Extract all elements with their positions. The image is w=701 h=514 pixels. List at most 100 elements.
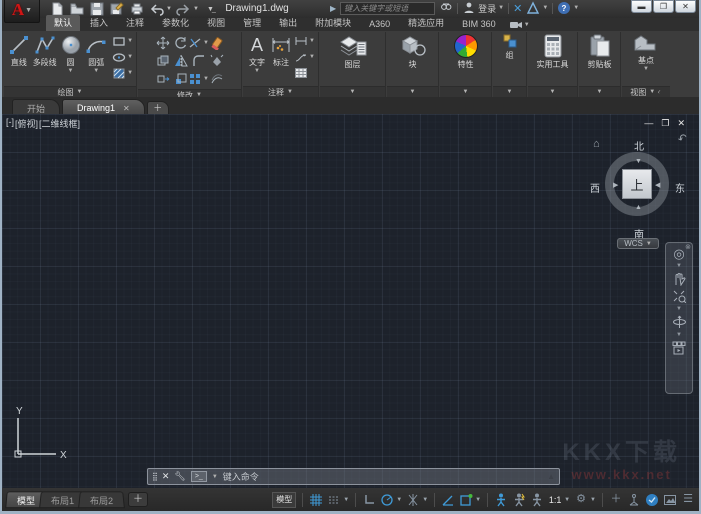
cube-arrow-right-icon[interactable]: ◀: [655, 181, 660, 189]
polyline-button[interactable]: 多段线: [33, 34, 57, 68]
ribbon-tab-insert[interactable]: 插入: [82, 15, 116, 31]
rectangle-button[interactable]: ▼: [112, 34, 133, 48]
panel-footer-utilities[interactable]: ▼: [528, 86, 577, 97]
doc-close-button[interactable]: ✕: [677, 118, 685, 129]
ellipse-button[interactable]: ▼: [112, 50, 133, 64]
wcs-menu-button[interactable]: WCS ▼: [617, 238, 659, 249]
viewcube[interactable]: ⌂ ↶ 北 南 西 东 ▼ ▲ ▶ ◀ 上 WCS ▼: [591, 132, 687, 250]
showmotion-button[interactable]: [672, 341, 686, 355]
object-snap-tracking-toggle[interactable]: [441, 492, 455, 508]
compass-north[interactable]: 北: [634, 138, 644, 153]
model-space-toggle[interactable]: 模型: [272, 492, 296, 508]
ribbon-tab-addins[interactable]: 附加模块: [307, 15, 359, 31]
performance-recorder-button[interactable]: ▼: [510, 21, 530, 31]
viewcube-top-face[interactable]: 上: [622, 169, 652, 199]
command-line[interactable]: ⣿ ✕ 🔧︎ >_ ▼ 键入命令 ▲: [147, 468, 560, 485]
viewport-visual-style-button[interactable]: [二维线框]: [39, 117, 80, 130]
panel-footer-annotate[interactable]: 注释 ▼: [243, 86, 318, 97]
copy-button[interactable]: [156, 54, 170, 68]
minimize-button[interactable]: ▬: [631, 0, 652, 13]
paste-button[interactable]: 剪贴板: [582, 34, 617, 70]
arc-button[interactable]: 圆弧 ▼: [84, 34, 108, 74]
panel-expander-icon[interactable]: ⌐: [657, 89, 664, 96]
cube-arrow-up-icon[interactable]: ▼: [635, 158, 642, 165]
a360-button[interactable]: ▼: [526, 1, 548, 15]
infocenter-collapse-icon[interactable]: ▶: [330, 4, 336, 13]
hatch-button[interactable]: ▼: [112, 66, 133, 80]
ribbon-tab-output[interactable]: 输出: [271, 15, 305, 31]
panel-footer-properties[interactable]: ▼: [440, 86, 491, 97]
dimension-style-button[interactable]: ▼: [294, 34, 315, 48]
panel-footer-clipboard[interactable]: ▼: [579, 86, 620, 97]
group-button[interactable]: [503, 34, 517, 48]
file-tab-start[interactable]: 开始: [12, 99, 60, 114]
doc-minimize-button[interactable]: —: [644, 118, 653, 129]
zoom-extents-button[interactable]: [672, 289, 686, 303]
chevron-down-icon[interactable]: ▼: [590, 497, 596, 503]
sign-in-button[interactable]: 登录 ▼: [462, 1, 504, 15]
leader-button[interactable]: ▼: [294, 50, 315, 64]
command-recent-icon[interactable]: >_: [191, 471, 207, 482]
snap-toggle[interactable]: [327, 492, 341, 508]
panel-footer-group[interactable]: ▼: [493, 86, 526, 97]
ucs-icon[interactable]: Y X: [8, 406, 72, 460]
pan-button[interactable]: [672, 272, 686, 286]
base-point-button[interactable]: 基点 ▼: [628, 34, 664, 72]
exchange-apps-button[interactable]: ✕: [513, 2, 522, 15]
ribbon-tab-featured-apps[interactable]: 精选应用: [400, 15, 452, 31]
chevron-down-icon[interactable]: ▼: [475, 497, 481, 503]
insert-block-button[interactable]: 块: [396, 34, 430, 70]
line-button[interactable]: 直线: [7, 34, 31, 68]
mirror-button[interactable]: [174, 54, 188, 68]
utilities-button[interactable]: 实用工具: [533, 34, 573, 70]
navbar-close-icon[interactable]: ⊗: [685, 243, 691, 251]
object-snap-toggle[interactable]: [459, 492, 473, 508]
panel-footer-view[interactable]: 视图 ▼ ⌐: [622, 86, 670, 97]
isometric-drafting-toggle[interactable]: [406, 492, 420, 508]
hardware-acceleration-status[interactable]: [645, 492, 659, 508]
ribbon-tab-home[interactable]: 默认: [46, 15, 80, 31]
erase-button[interactable]: [210, 36, 224, 50]
explode-button[interactable]: [210, 54, 224, 68]
cube-arrow-down-icon[interactable]: ▲: [635, 204, 642, 211]
ribbon-tab-parametric[interactable]: 参数化: [154, 15, 197, 31]
ortho-toggle[interactable]: [362, 492, 376, 508]
array-button[interactable]: ▼: [188, 72, 209, 86]
search-input[interactable]: [340, 2, 435, 15]
chevron-down-icon[interactable]: ▼: [343, 497, 349, 503]
text-button[interactable]: A 文字 ▼: [246, 34, 268, 74]
table-button[interactable]: [294, 66, 315, 80]
viewport-view-button[interactable]: [俯视]: [15, 117, 38, 130]
annotation-scale-value[interactable]: 1:1: [548, 492, 562, 508]
close-tab-icon[interactable]: ✕: [123, 104, 130, 113]
cube-arrow-left-icon[interactable]: ▶: [613, 181, 618, 189]
navigation-wheel-button[interactable]: ◎: [673, 247, 684, 260]
layer-properties-button[interactable]: 图层: [333, 34, 373, 70]
compass-west[interactable]: 西: [590, 180, 600, 195]
close-button[interactable]: ✕: [675, 0, 696, 13]
undo-dropdown-icon[interactable]: ▼: [166, 6, 172, 12]
annotation-autoscale-toggle[interactable]: [512, 492, 526, 508]
chevron-down-icon[interactable]: ▼: [564, 497, 570, 503]
command-grip-handle[interactable]: ⣿: [152, 472, 157, 481]
command-close-icon[interactable]: ✕: [162, 471, 170, 482]
move-button[interactable]: [156, 36, 170, 50]
ribbon-tab-view[interactable]: 视图: [199, 15, 233, 31]
annotation-visibility-toggle[interactable]: [494, 492, 508, 508]
panel-footer-block[interactable]: ▼: [387, 86, 438, 97]
restore-button[interactable]: ❐: [653, 0, 674, 13]
roll-arrows-icon[interactable]: ↶: [676, 131, 689, 146]
properties-button[interactable]: 特性: [449, 34, 483, 70]
ribbon-tab-bim360[interactable]: BIM 360: [454, 18, 504, 31]
trim-button[interactable]: ▼: [188, 36, 209, 50]
annotation-scale-button[interactable]: [530, 492, 544, 508]
new-layout-button[interactable]: ＋: [128, 492, 148, 507]
home-icon[interactable]: ⌂: [593, 138, 600, 150]
customization-menu-button[interactable]: ☰: [681, 492, 695, 508]
ribbon-tab-manage[interactable]: 管理: [235, 15, 269, 31]
file-tab-drawing1[interactable]: Drawing1 ✕: [62, 99, 145, 114]
orbit-button[interactable]: [672, 315, 687, 329]
compass-east[interactable]: 东: [675, 180, 685, 195]
offset-button[interactable]: [210, 72, 224, 86]
ribbon-tab-annotate[interactable]: 注释: [118, 15, 152, 31]
